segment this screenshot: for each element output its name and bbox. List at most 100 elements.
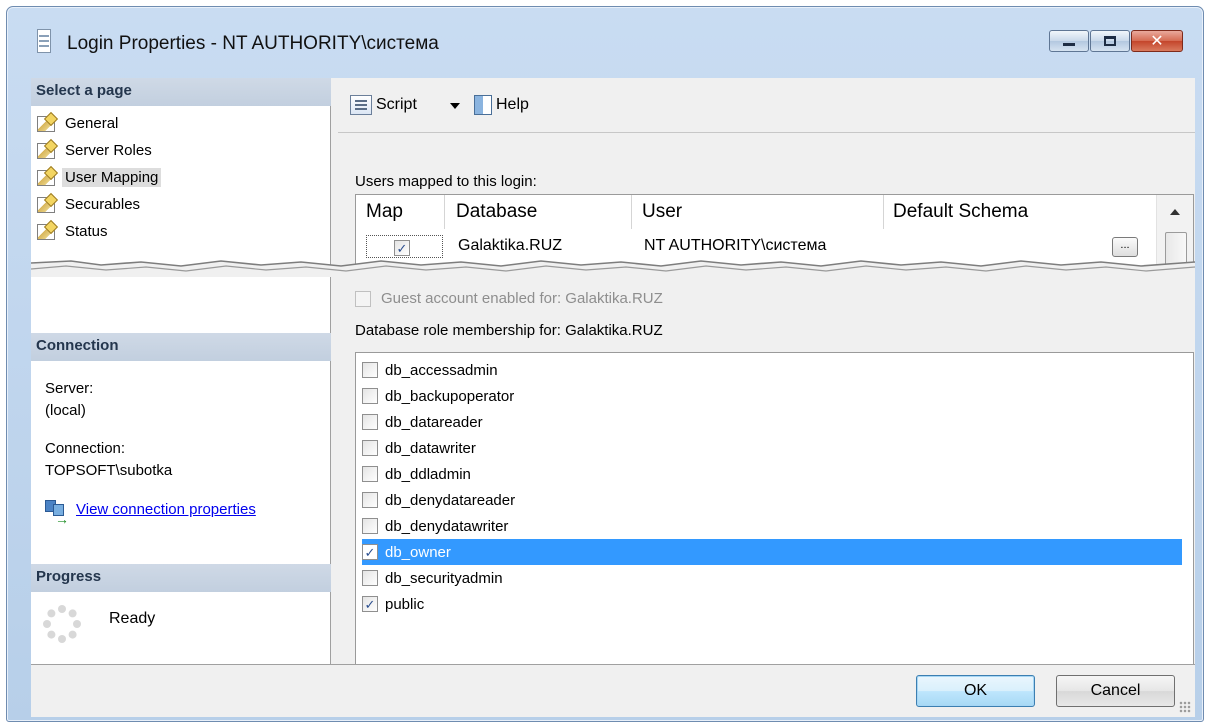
table-row[interactable]: ✓ Galaktika.RUZ NT AUTHORITY\система ... (356, 229, 1148, 263)
role-item-public[interactable]: ✓ public (362, 591, 1182, 617)
progress-header: Progress (31, 564, 331, 592)
connection-label: Connection: (45, 440, 126, 457)
script-dropdown-arrow-icon[interactable] (450, 103, 460, 109)
connection-properties-icon: → (45, 500, 69, 527)
page-label: Securables (65, 196, 141, 213)
page-item-general[interactable]: General (37, 110, 161, 137)
role-label: public (385, 595, 425, 613)
title-bar[interactable]: Login Properties - NT AUTHORITY\система … (7, 7, 1203, 67)
scroll-thumb[interactable] (1165, 232, 1187, 272)
close-icon: ✕ (1150, 33, 1164, 50)
script-button[interactable]: Script (350, 95, 417, 115)
role-checkbox[interactable] (362, 570, 378, 586)
role-membership-label: Database role membership for: Galaktika.… (355, 322, 663, 339)
row-database: Galaktika.RUZ (458, 237, 563, 254)
page-icon (37, 142, 55, 159)
role-checkbox[interactable] (362, 388, 378, 404)
help-icon (474, 95, 492, 115)
map-checkbox-cell[interactable]: ✓ (366, 235, 443, 258)
role-checkbox[interactable] (362, 466, 378, 482)
role-label: db_denydatawriter (385, 517, 509, 535)
view-connection-properties-text[interactable]: View connection properties (76, 501, 256, 518)
role-item-db-backupoperator[interactable]: db_backupoperator (362, 383, 1182, 409)
page-icon (37, 223, 55, 240)
connection-value: TOPSOFT\subotka (45, 462, 173, 479)
minimize-button[interactable] (1049, 30, 1089, 52)
dialog-client-area: Select a page General Server Roles User Ma… (31, 78, 1195, 717)
users-mapping-grid[interactable]: Map Database User Default Schema ✓ Galak… (355, 194, 1194, 274)
window-title: Login Properties - NT AUTHORITY\система (67, 33, 439, 54)
role-label: db_ddladmin (385, 465, 471, 483)
grid-vertical-scrollbar[interactable] (1156, 195, 1193, 273)
script-label: Script (376, 96, 417, 113)
role-checkbox[interactable] (362, 414, 378, 430)
view-connection-properties-link[interactable]: → View connection properties (45, 500, 256, 527)
server-value: (local) (45, 402, 86, 419)
role-checkbox[interactable] (362, 362, 378, 378)
guest-account-checkbox[interactable] (355, 290, 371, 307)
help-label: Help (496, 96, 529, 113)
page-list: General Server Roles User Mapping Securable… (37, 110, 162, 245)
page-icon (37, 196, 55, 213)
cancel-button[interactable]: Cancel (1056, 675, 1175, 707)
page-item-status[interactable]: Status (37, 218, 161, 245)
page-item-securables[interactable]: Securables (37, 191, 161, 218)
close-button[interactable]: ✕ (1131, 30, 1183, 52)
select-page-header: Select a page (31, 78, 331, 106)
role-checkbox[interactable]: ✓ (362, 596, 378, 612)
role-item-db-owner[interactable]: ✓ db_owner (362, 539, 1182, 565)
role-checkbox[interactable]: ✓ (362, 544, 378, 560)
guest-account-option: Guest account enabled for: Galaktika.RUZ (355, 290, 663, 307)
role-label: db_datawriter (385, 439, 476, 457)
maximize-icon (1104, 36, 1116, 46)
role-label: db_securityadmin (385, 569, 503, 587)
column-header-user[interactable]: User (642, 201, 682, 223)
role-item-db-datawriter[interactable]: db_datawriter (362, 435, 1182, 461)
role-item-db-accessadmin[interactable]: db_accessadmin (362, 357, 1182, 383)
window-controls: ✕ (1048, 30, 1183, 52)
resize-grip-icon[interactable] (1179, 701, 1191, 713)
progress-spinner-icon (43, 605, 81, 643)
page-item-server-roles[interactable]: Server Roles (37, 137, 161, 164)
dialog-window: Login Properties - NT AUTHORITY\система … (6, 6, 1204, 722)
role-item-db-denydatareader[interactable]: db_denydatareader (362, 487, 1182, 513)
row-user: NT AUTHORITY\система (644, 237, 827, 254)
window-icon (37, 29, 51, 53)
role-membership-list[interactable]: db_accessadmin db_backupoperator db_datare… (355, 352, 1194, 665)
page-label: User Mapping (62, 168, 162, 187)
help-button[interactable]: Help (474, 95, 529, 115)
page-icon (37, 169, 55, 186)
ok-button[interactable]: OK (916, 675, 1035, 707)
page-label: General (65, 115, 119, 132)
browse-schema-button[interactable]: ... (1112, 237, 1138, 257)
role-label: db_owner (385, 543, 451, 561)
scroll-up-arrow-icon[interactable] (1170, 209, 1180, 215)
column-header-map[interactable]: Map (366, 201, 403, 223)
left-pane: Select a page General Server Roles User Ma… (31, 78, 331, 664)
role-checkbox[interactable] (362, 440, 378, 456)
role-item-db-securityadmin[interactable]: db_securityadmin (362, 565, 1182, 591)
guest-account-label: Guest account enabled for: Galaktika.RUZ (381, 290, 663, 307)
footer-divider (31, 664, 1195, 665)
role-checkbox[interactable] (362, 492, 378, 508)
page-label: Server Roles (65, 142, 152, 159)
page-icon (37, 115, 55, 132)
users-mapped-label: Users mapped to this login: (355, 173, 537, 190)
page-label: Status (65, 223, 108, 240)
role-item-db-ddladmin[interactable]: db_ddladmin (362, 461, 1182, 487)
role-label: db_backupoperator (385, 387, 515, 405)
role-checkbox[interactable] (362, 518, 378, 534)
role-item-db-denydatawriter[interactable]: db_denydatawriter (362, 513, 1182, 539)
toolbar: Script Help (338, 78, 1195, 133)
maximize-button[interactable] (1090, 30, 1130, 52)
script-icon (350, 95, 372, 115)
left-pane-lower (31, 277, 331, 333)
grid-header: Map Database User Default Schema (356, 195, 1148, 229)
column-header-database[interactable]: Database (456, 201, 537, 223)
map-checkbox[interactable]: ✓ (394, 240, 410, 256)
progress-status: Ready (109, 610, 156, 627)
column-header-default-schema[interactable]: Default Schema (893, 201, 1028, 223)
role-item-db-datareader[interactable]: db_datareader (362, 409, 1182, 435)
page-item-user-mapping[interactable]: User Mapping (37, 164, 162, 191)
role-label: db_denydatareader (385, 491, 516, 509)
